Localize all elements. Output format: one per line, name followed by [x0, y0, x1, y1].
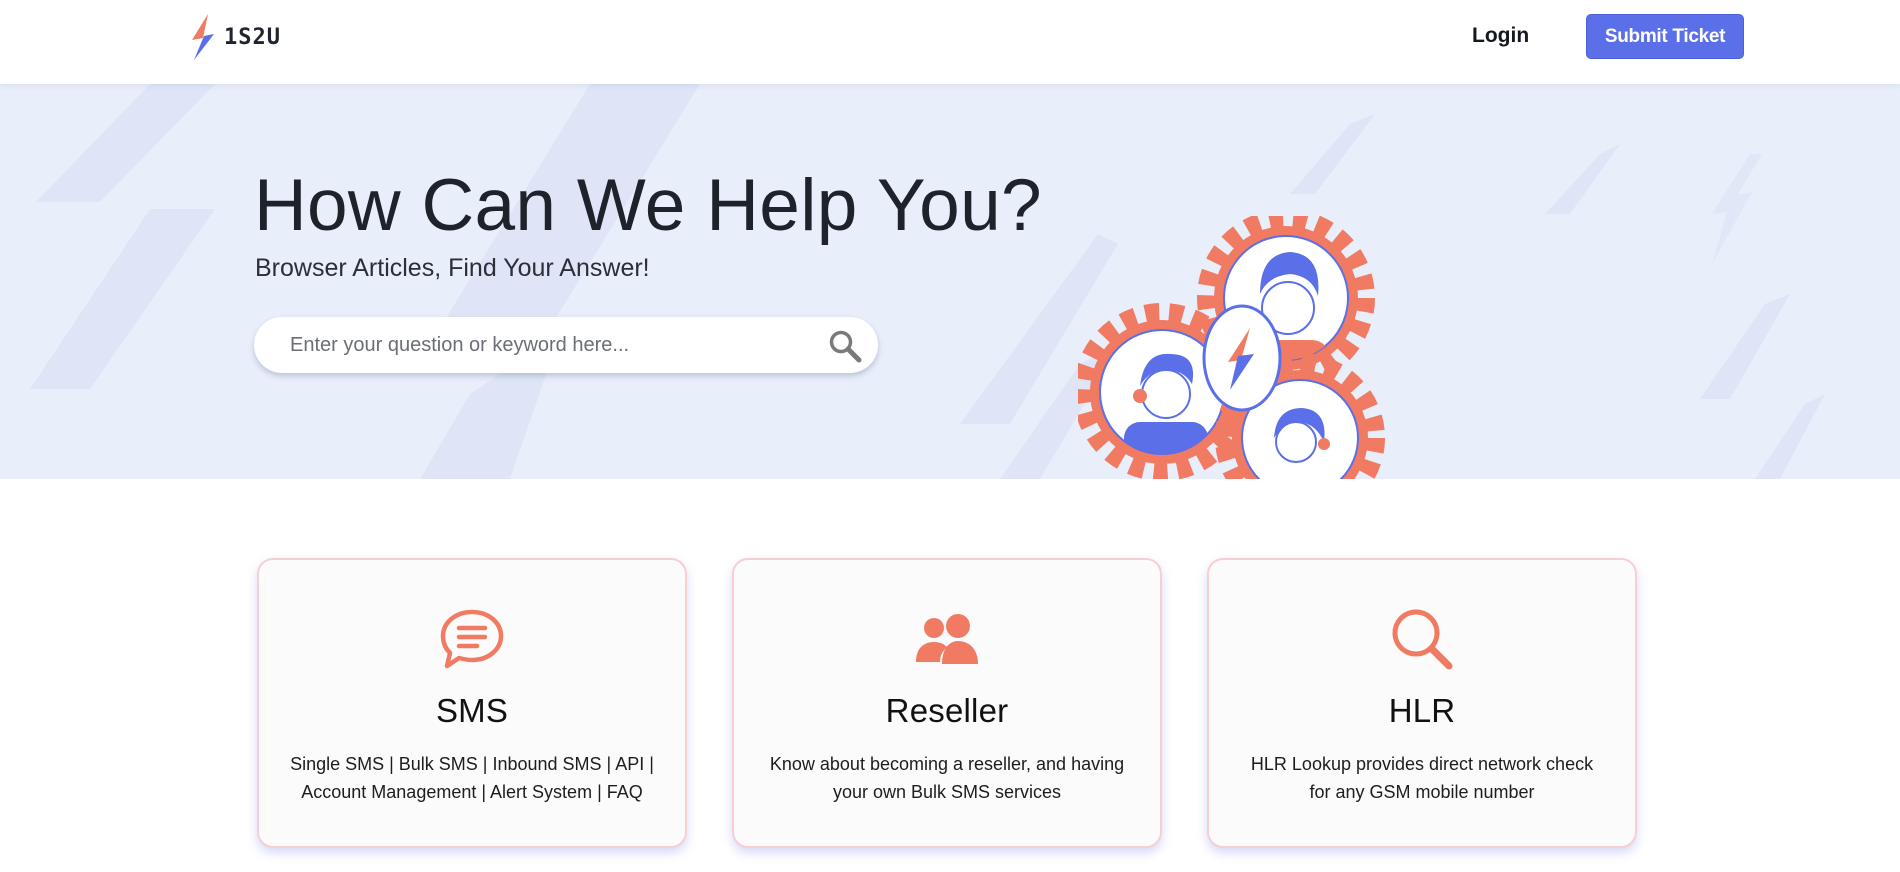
card-title: SMS — [435, 692, 509, 729]
card-title: Reseller — [885, 692, 1009, 729]
login-link[interactable]: Login — [1472, 24, 1529, 48]
card-description: Single SMS | Bulk SMS | Inbound SMS | AP… — [290, 754, 654, 802]
search-bar — [254, 317, 878, 373]
category-card-reseller[interactable]: Reseller Know about becoming a reseller,… — [732, 558, 1162, 848]
card-description: Know about becoming a reseller, and havi… — [769, 754, 1125, 802]
brand-logo[interactable]: 1S2U — [188, 14, 281, 60]
card-description: HLR Lookup provides direct network check… — [1250, 754, 1594, 802]
page-subtitle: Browser Articles, Find Your Answer! — [255, 254, 650, 282]
submit-ticket-button[interactable]: Submit Ticket — [1586, 14, 1744, 59]
brand-name: 1S2U — [224, 24, 281, 50]
users-icon — [916, 614, 978, 664]
search-icon[interactable] — [828, 329, 862, 363]
card-title: HLR — [1388, 692, 1456, 729]
support-team-illustration — [1078, 216, 1385, 479]
chat-bubble-icon — [440, 609, 504, 669]
hero-section: How Can We Help You? Browser Articles, F… — [0, 84, 1900, 479]
category-card-hlr[interactable]: HLR HLR Lookup provides direct network c… — [1207, 558, 1637, 848]
lightning-logo-icon — [192, 14, 214, 60]
category-card-sms[interactable]: SMS Single SMS | Bulk SMS | Inbound SMS … — [257, 558, 687, 848]
page-title: How Can We Help You? — [254, 165, 1042, 246]
search-input[interactable] — [290, 317, 790, 373]
magnifier-icon — [1392, 609, 1453, 670]
site-header: 1S2U Login Submit Ticket — [0, 0, 1900, 84]
